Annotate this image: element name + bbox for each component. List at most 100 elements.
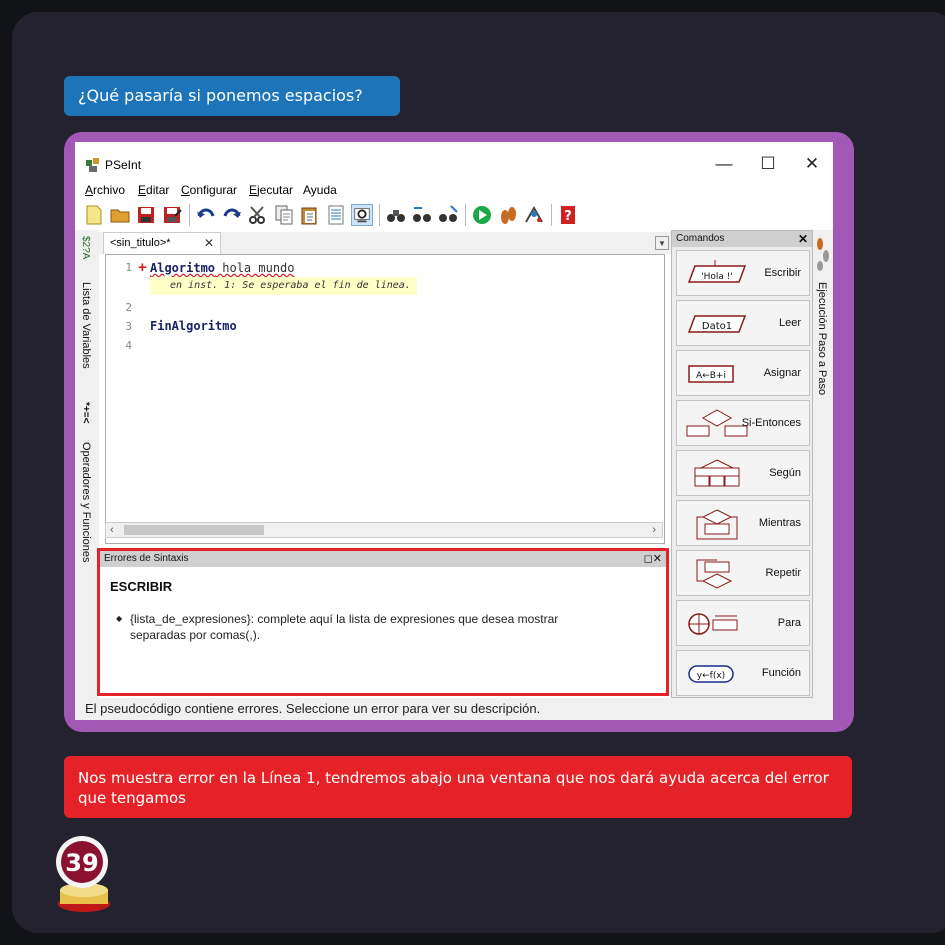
error-help-text: {lista_de_expresiones}: complete aquí la… xyxy=(116,611,610,643)
menu-bar: Archivo Editar Configurar Ejecutar Ayuda xyxy=(75,182,833,200)
para-icon xyxy=(688,613,738,635)
menu-configurar[interactable]: Configurar xyxy=(181,182,237,198)
scroll-left-icon[interactable]: ‹ xyxy=(110,523,114,537)
copy-icon[interactable] xyxy=(273,204,295,226)
command-funcion-button[interactable]: y←f(x) Función xyxy=(676,650,810,696)
left-side-panel: $2?A Lista de Variables *+=< Operadores … xyxy=(75,230,99,708)
list-icon[interactable] xyxy=(325,204,347,226)
minimize-button[interactable]: — xyxy=(711,152,737,176)
toolbar-separator xyxy=(551,204,552,226)
svg-text:Dato1: Dato1 xyxy=(702,321,732,332)
save-icon[interactable] xyxy=(135,204,157,226)
page-number: 39 xyxy=(65,849,98,877)
error-marker-icon[interactable]: + xyxy=(138,260,147,275)
redo-icon[interactable] xyxy=(221,204,243,226)
code-line-3: FinAlgoritmo xyxy=(150,319,237,333)
debug-icon[interactable] xyxy=(523,204,545,226)
paste-icon[interactable] xyxy=(299,204,321,226)
replace-icon[interactable] xyxy=(437,204,459,226)
close-commands-icon[interactable]: ✕ xyxy=(798,231,808,247)
line-number: 2 xyxy=(125,301,132,314)
binoculars-icon[interactable] xyxy=(385,204,407,226)
cut-icon[interactable] xyxy=(247,204,269,226)
step-by-step-tab[interactable]: Ejecución Paso a Paso xyxy=(816,282,828,395)
title-bar: PSeInt — ☐ ✕ xyxy=(75,142,833,182)
syntax-errors-panel: Errores de Sintaxis ◻✕ ESCRIBIR {lista_d… xyxy=(97,548,669,696)
mientras-icon xyxy=(696,509,738,540)
undo-icon[interactable] xyxy=(195,204,217,226)
command-label: Asignar xyxy=(763,367,801,379)
right-side-panel: Ejecución Paso a Paso xyxy=(813,230,833,698)
command-si-entonces-button[interactable]: Si-Entonces xyxy=(676,400,810,446)
command-mientras-button[interactable]: Mientras xyxy=(676,500,810,546)
funcion-icon: y←f(x) xyxy=(688,665,734,683)
code-editor[interactable]: 1 + Algoritmo hola mundo en inst. 1: Se … xyxy=(105,254,665,544)
menu-ejecutar[interactable]: Ejecutar xyxy=(249,182,293,198)
step-icon[interactable] xyxy=(497,204,519,226)
horizontal-scrollbar[interactable]: ‹ › xyxy=(105,522,663,538)
run-icon[interactable] xyxy=(471,204,493,226)
pseint-window: PSeInt — ☐ ✕ Archivo Editar Configurar E… xyxy=(75,142,833,720)
toolbar-separator xyxy=(465,204,466,226)
svg-text:A←B+i: A←B+i xyxy=(696,371,726,381)
tab-bar: <sin_titulo>* ✕ ▼ xyxy=(99,232,671,254)
command-label: Repetir xyxy=(765,567,801,579)
open-folder-icon[interactable] xyxy=(109,204,131,226)
save-as-icon[interactable] xyxy=(161,204,183,226)
command-label: Si-Entonces xyxy=(741,417,801,429)
command-label: Leer xyxy=(778,317,801,329)
menu-editar[interactable]: Editar xyxy=(138,182,169,198)
icon-text: 'Hola !' xyxy=(701,272,733,282)
segun-icon xyxy=(694,459,740,487)
tab-close-icon[interactable]: ✕ xyxy=(204,233,214,253)
command-label: Para xyxy=(777,617,801,629)
variables-list-tab[interactable]: Lista de Variables xyxy=(80,282,92,369)
operators-functions-tab[interactable]: Operadores y Funciones xyxy=(80,442,92,562)
command-label: Escribir xyxy=(764,267,801,279)
commands-panel: Comandos ✕ 'Hola !' Escribir Dato1 Leer A←B+… xyxy=(671,230,813,698)
help-icon[interactable]: ? xyxy=(557,204,579,226)
menu-archivo[interactable]: Archivo xyxy=(85,182,125,198)
menu-ayuda[interactable]: Ayuda xyxy=(303,182,337,198)
footsteps-icon[interactable] xyxy=(815,236,831,272)
panel-controls-icon[interactable]: ◻✕ xyxy=(644,551,662,567)
commands-header: Comandos ✕ xyxy=(672,231,812,247)
toolbar-separator xyxy=(189,204,190,226)
question-bubble: ¿Qué pasaría si ponemos espacios? xyxy=(64,76,400,116)
command-label: Mientras xyxy=(758,517,801,529)
maximize-button[interactable]: ☐ xyxy=(755,152,781,176)
command-escribir-button[interactable]: 'Hola !' Escribir xyxy=(676,250,810,296)
tab-sin-titulo[interactable]: <sin_titulo>* ✕ xyxy=(103,232,221,254)
answer-bubble: Nos muestra error en la Línea 1, tendrem… xyxy=(64,756,852,818)
magnifier-icon[interactable] xyxy=(351,204,373,226)
scrollbar-thumb[interactable] xyxy=(124,525,264,535)
status-bar: El pseudocódigo contiene errores. Selecc… xyxy=(75,698,833,720)
inline-error-message: en inst. 1: Se esperaba el fin de linea. xyxy=(150,277,417,295)
line-number: 4 xyxy=(125,339,132,352)
svg-text:?: ? xyxy=(564,209,572,224)
asignar-icon: A←B+i xyxy=(688,365,734,383)
repetir-icon xyxy=(696,559,733,589)
tab-dropdown-icon[interactable]: ▼ xyxy=(655,236,669,250)
errors-panel-header: Errores de Sintaxis ◻✕ xyxy=(100,551,666,567)
line-number: 1 xyxy=(125,261,132,274)
close-button[interactable]: ✕ xyxy=(799,152,825,176)
tab-label: <sin_titulo>* xyxy=(110,237,171,249)
scroll-right-icon[interactable]: › xyxy=(652,523,656,537)
line-number: 3 xyxy=(125,320,132,333)
command-leer-button[interactable]: Dato1 Leer xyxy=(676,300,810,346)
error-help-title: ESCRIBIR xyxy=(110,579,173,594)
command-label: Función xyxy=(761,667,801,679)
command-para-button[interactable]: Para xyxy=(676,600,810,646)
operators-sym: *+=< xyxy=(80,402,91,424)
toolbar: ? xyxy=(75,200,833,230)
page-number-badge: 39 xyxy=(56,836,110,912)
new-file-icon[interactable] xyxy=(83,204,105,226)
command-asignar-button[interactable]: A←B+i Asignar xyxy=(676,350,810,396)
svg-text:y←f(x): y←f(x) xyxy=(697,671,725,681)
find-icon[interactable] xyxy=(411,204,433,226)
toolbar-separator xyxy=(379,204,380,226)
command-repetir-button[interactable]: Repetir xyxy=(676,550,810,596)
leer-icon: Dato1 xyxy=(687,315,747,333)
command-segun-button[interactable]: Según xyxy=(676,450,810,496)
